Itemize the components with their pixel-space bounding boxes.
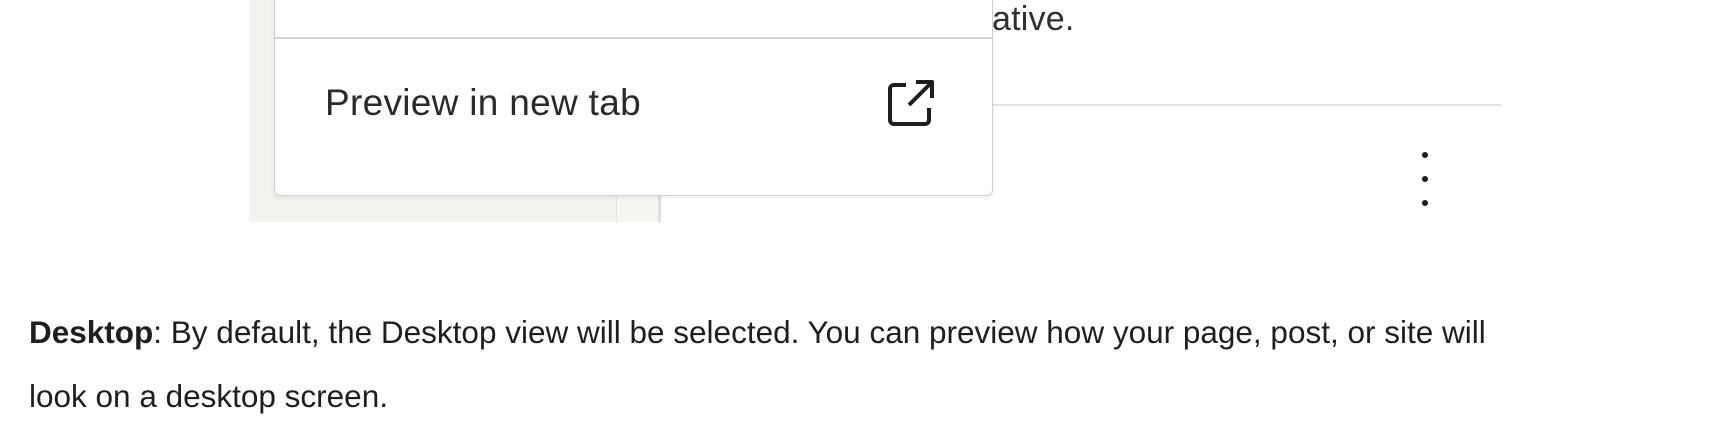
description-line-1: Desktop: By default, the Desktop view wi…: [29, 300, 1709, 364]
description-text-1: : By default, the Desktop view will be s…: [153, 314, 1486, 350]
more-options-button[interactable]: [1411, 152, 1439, 206]
separator-line: [993, 104, 1501, 106]
preview-in-new-tab-item[interactable]: Preview in new tab: [275, 49, 992, 157]
term-desktop: Desktop: [29, 314, 154, 350]
menu-divider: [275, 37, 992, 39]
menu-item-label: Preview in new tab: [325, 82, 641, 123]
background-paragraph-text: ative.: [992, 0, 1075, 38]
vertical-ellipsis-icon: [1422, 152, 1428, 206]
preview-dropdown-menu: Preview in new tab: [274, 0, 993, 196]
desktop-description: Desktop: By default, the Desktop view wi…: [29, 300, 1709, 428]
description-line-2: look on a desktop screen.: [29, 378, 388, 414]
external-link-icon: [888, 80, 934, 126]
editor-screenshot: ative. Preview in new tab: [249, 0, 1519, 222]
